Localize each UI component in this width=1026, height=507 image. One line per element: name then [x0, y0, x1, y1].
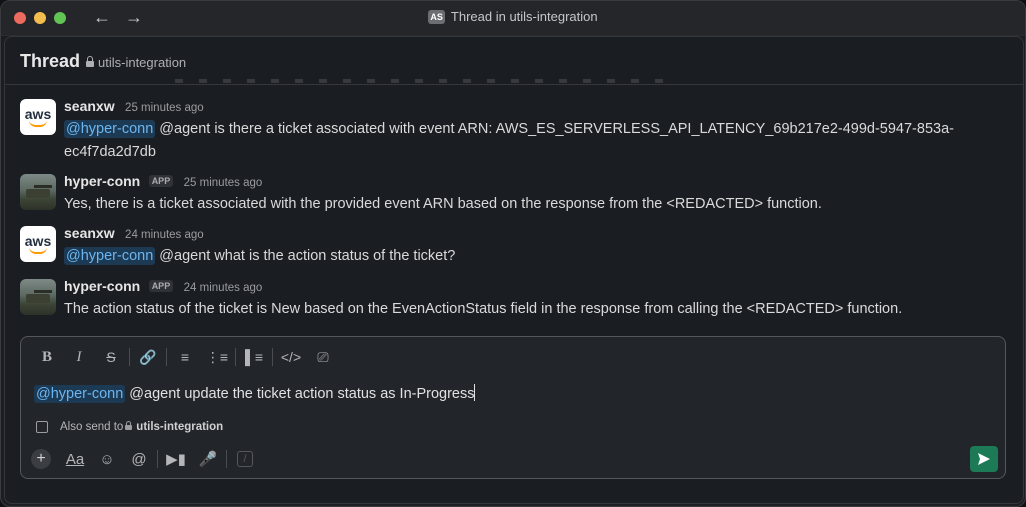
- app-badge: APP: [148, 175, 174, 187]
- avatar[interactable]: aws: [20, 226, 56, 262]
- also-send-checkbox[interactable]: [36, 421, 48, 433]
- send-button[interactable]: [970, 446, 998, 472]
- microphone-icon[interactable]: 🎤: [192, 450, 224, 468]
- aws-smile-icon: [29, 120, 47, 127]
- also-send-option[interactable]: Also send to utils-integration: [36, 421, 223, 433]
- formatting-toolbar: B I S 🔗 ≡ ⋮≡ ▌≡ </> ⎚: [31, 345, 339, 369]
- message-text-body: @agent is there a ticket associated with…: [64, 121, 954, 160]
- thread-title: Thread: [20, 51, 81, 71]
- toolbar-divider: [235, 348, 236, 366]
- user-mention[interactable]: @hyper-conn: [34, 385, 126, 403]
- channel-name: utils-integration: [98, 55, 187, 70]
- scroll-fade: [175, 79, 675, 83]
- slash-command-icon[interactable]: /: [237, 451, 253, 467]
- message-text-body: @agent what is the action status of the …: [155, 248, 456, 264]
- video-icon[interactable]: ▶▮: [160, 450, 192, 468]
- app-badge: APP: [148, 280, 174, 292]
- user-mention[interactable]: @hyper-conn: [64, 120, 156, 138]
- also-send-label: Also send to: [60, 421, 124, 433]
- italic-icon[interactable]: I: [63, 349, 95, 366]
- link-icon[interactable]: 🔗: [132, 349, 164, 366]
- lock-icon: [86, 56, 94, 67]
- text-caret: [474, 384, 476, 401]
- message-author[interactable]: seanxw: [64, 225, 115, 241]
- app-window: ← → AS Thread in utils-integration Thread…: [0, 0, 1026, 507]
- message-item[interactable]: hyper-conn APP 24 minutes ago The action…: [20, 278, 1011, 317]
- message-time[interactable]: 25 minutes ago: [184, 177, 263, 189]
- send-icon: [978, 453, 990, 465]
- user-mention[interactable]: @hyper-conn: [64, 247, 156, 265]
- thread-pane: Thread utils-integration aws seanxw 25 m…: [4, 36, 1024, 504]
- message-item[interactable]: hyper-conn APP 25 minutes ago Yes, there…: [20, 173, 1011, 212]
- message-input[interactable]: @hyper-conn @agent update the ticket act…: [34, 384, 476, 403]
- message-author[interactable]: hyper-conn: [64, 278, 140, 294]
- toolbar-divider: [226, 450, 227, 468]
- thread-header: Thread utils-integration: [5, 37, 1023, 85]
- composer-actions: + Aa ☺ @ ▶▮ 🎤 /: [31, 447, 253, 471]
- channel-label[interactable]: utils-integration: [86, 55, 186, 70]
- emoji-icon[interactable]: ☺: [91, 451, 123, 468]
- blockquote-icon[interactable]: ▌≡: [238, 349, 270, 365]
- bold-icon[interactable]: B: [31, 349, 63, 366]
- plus-icon[interactable]: +: [31, 449, 51, 469]
- message-text: Yes, there is a ticket associated with t…: [64, 196, 822, 212]
- code-icon[interactable]: </>: [275, 349, 307, 365]
- toolbar-divider: [129, 348, 130, 366]
- toolbar-divider: [166, 348, 167, 366]
- message-time[interactable]: 24 minutes ago: [125, 229, 204, 241]
- message-author[interactable]: seanxw: [64, 98, 115, 114]
- message-text: @hyper-conn @agent is there a ticket ass…: [64, 118, 1011, 164]
- formatting-toggle-icon[interactable]: Aa: [59, 451, 91, 468]
- message-time[interactable]: 24 minutes ago: [184, 282, 263, 294]
- avatar[interactable]: aws: [20, 99, 56, 135]
- workspace-badge: AS: [428, 10, 445, 24]
- message-input-text: @agent update the ticket action status a…: [125, 386, 475, 402]
- message-time[interactable]: 25 minutes ago: [125, 102, 204, 114]
- ordered-list-icon[interactable]: ≡: [169, 349, 201, 365]
- aws-logo-icon: aws: [24, 232, 52, 249]
- window-title: AS Thread in utils-integration: [1, 9, 1025, 24]
- message-text: The action status of the ticket is New b…: [64, 301, 903, 317]
- strikethrough-icon[interactable]: S: [95, 349, 127, 365]
- bulleted-list-icon[interactable]: ⋮≡: [201, 349, 233, 366]
- also-send-channel: utils-integration: [136, 421, 224, 433]
- mention-icon[interactable]: @: [123, 451, 155, 468]
- toolbar-divider: [157, 450, 158, 468]
- avatar[interactable]: [20, 279, 56, 315]
- title-bar: ← → AS Thread in utils-integration: [1, 1, 1025, 36]
- lock-icon: [125, 421, 133, 430]
- message-composer[interactable]: B I S 🔗 ≡ ⋮≡ ▌≡ </> ⎚ @hyper-conn @agent…: [20, 336, 1006, 479]
- message-text: @hyper-conn @agent what is the action st…: [64, 245, 1011, 268]
- code-block-icon[interactable]: ⎚: [307, 349, 339, 366]
- window-title-text: Thread in utils-integration: [450, 9, 598, 24]
- message-author[interactable]: hyper-conn: [64, 173, 140, 189]
- aws-logo-icon: aws: [24, 105, 52, 122]
- avatar[interactable]: [20, 174, 56, 210]
- aws-smile-icon: [29, 247, 47, 254]
- toolbar-divider: [272, 348, 273, 366]
